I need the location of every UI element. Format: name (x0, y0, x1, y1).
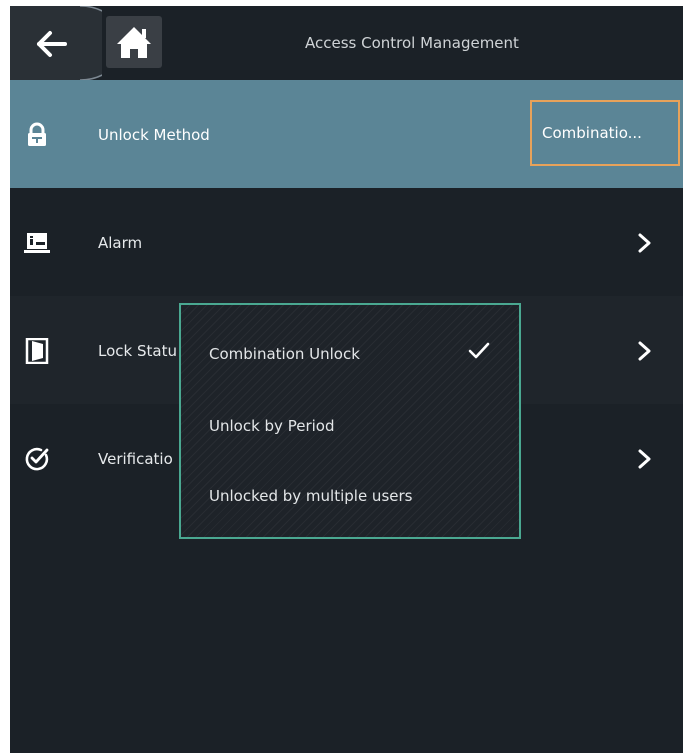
menu-item-alarm[interactable]: Alarm (10, 188, 683, 296)
chevron-right-icon (638, 233, 651, 253)
menu-item-label: Lock Statu (98, 342, 177, 360)
unlock-method-dropdown: Combination Unlock Unlock by Period Unlo… (179, 303, 521, 539)
verify-check-icon (25, 447, 49, 471)
menu-item-label: Unlock Method (98, 126, 210, 144)
option-label: Combination Unlock (209, 345, 360, 363)
unlock-method-value-selector[interactable]: Combinatio... (530, 100, 680, 166)
lock-icon (28, 122, 46, 146)
unlock-method-value: Combinatio... (542, 124, 642, 142)
screen: Access Control Management Unlock Method … (10, 6, 683, 753)
option-unlock-by-period[interactable]: Unlock by Period (181, 389, 519, 459)
page-title: Access Control Management (305, 34, 519, 52)
back-button[interactable] (10, 6, 125, 81)
checkmark-icon (468, 342, 490, 359)
home-button[interactable] (106, 16, 162, 68)
alarm-icon (24, 233, 50, 253)
header-bar: Access Control Management (10, 6, 683, 81)
chevron-right-icon (638, 341, 651, 361)
menu-item-unlock-method[interactable]: Unlock Method Combinatio... (10, 80, 683, 188)
menu-item-label: Alarm (98, 234, 143, 252)
option-combination-unlock[interactable]: Combination Unlock (181, 319, 519, 389)
menu-item-label: Verificatio (98, 450, 173, 468)
arrow-left-icon (10, 6, 125, 81)
door-icon (25, 338, 49, 364)
option-label: Unlock by Period (209, 417, 335, 435)
chevron-right-icon (638, 449, 651, 469)
option-label: Unlocked by multiple users (209, 487, 413, 505)
option-unlocked-by-multiple-users[interactable]: Unlocked by multiple users (181, 459, 519, 529)
home-icon (117, 27, 151, 58)
